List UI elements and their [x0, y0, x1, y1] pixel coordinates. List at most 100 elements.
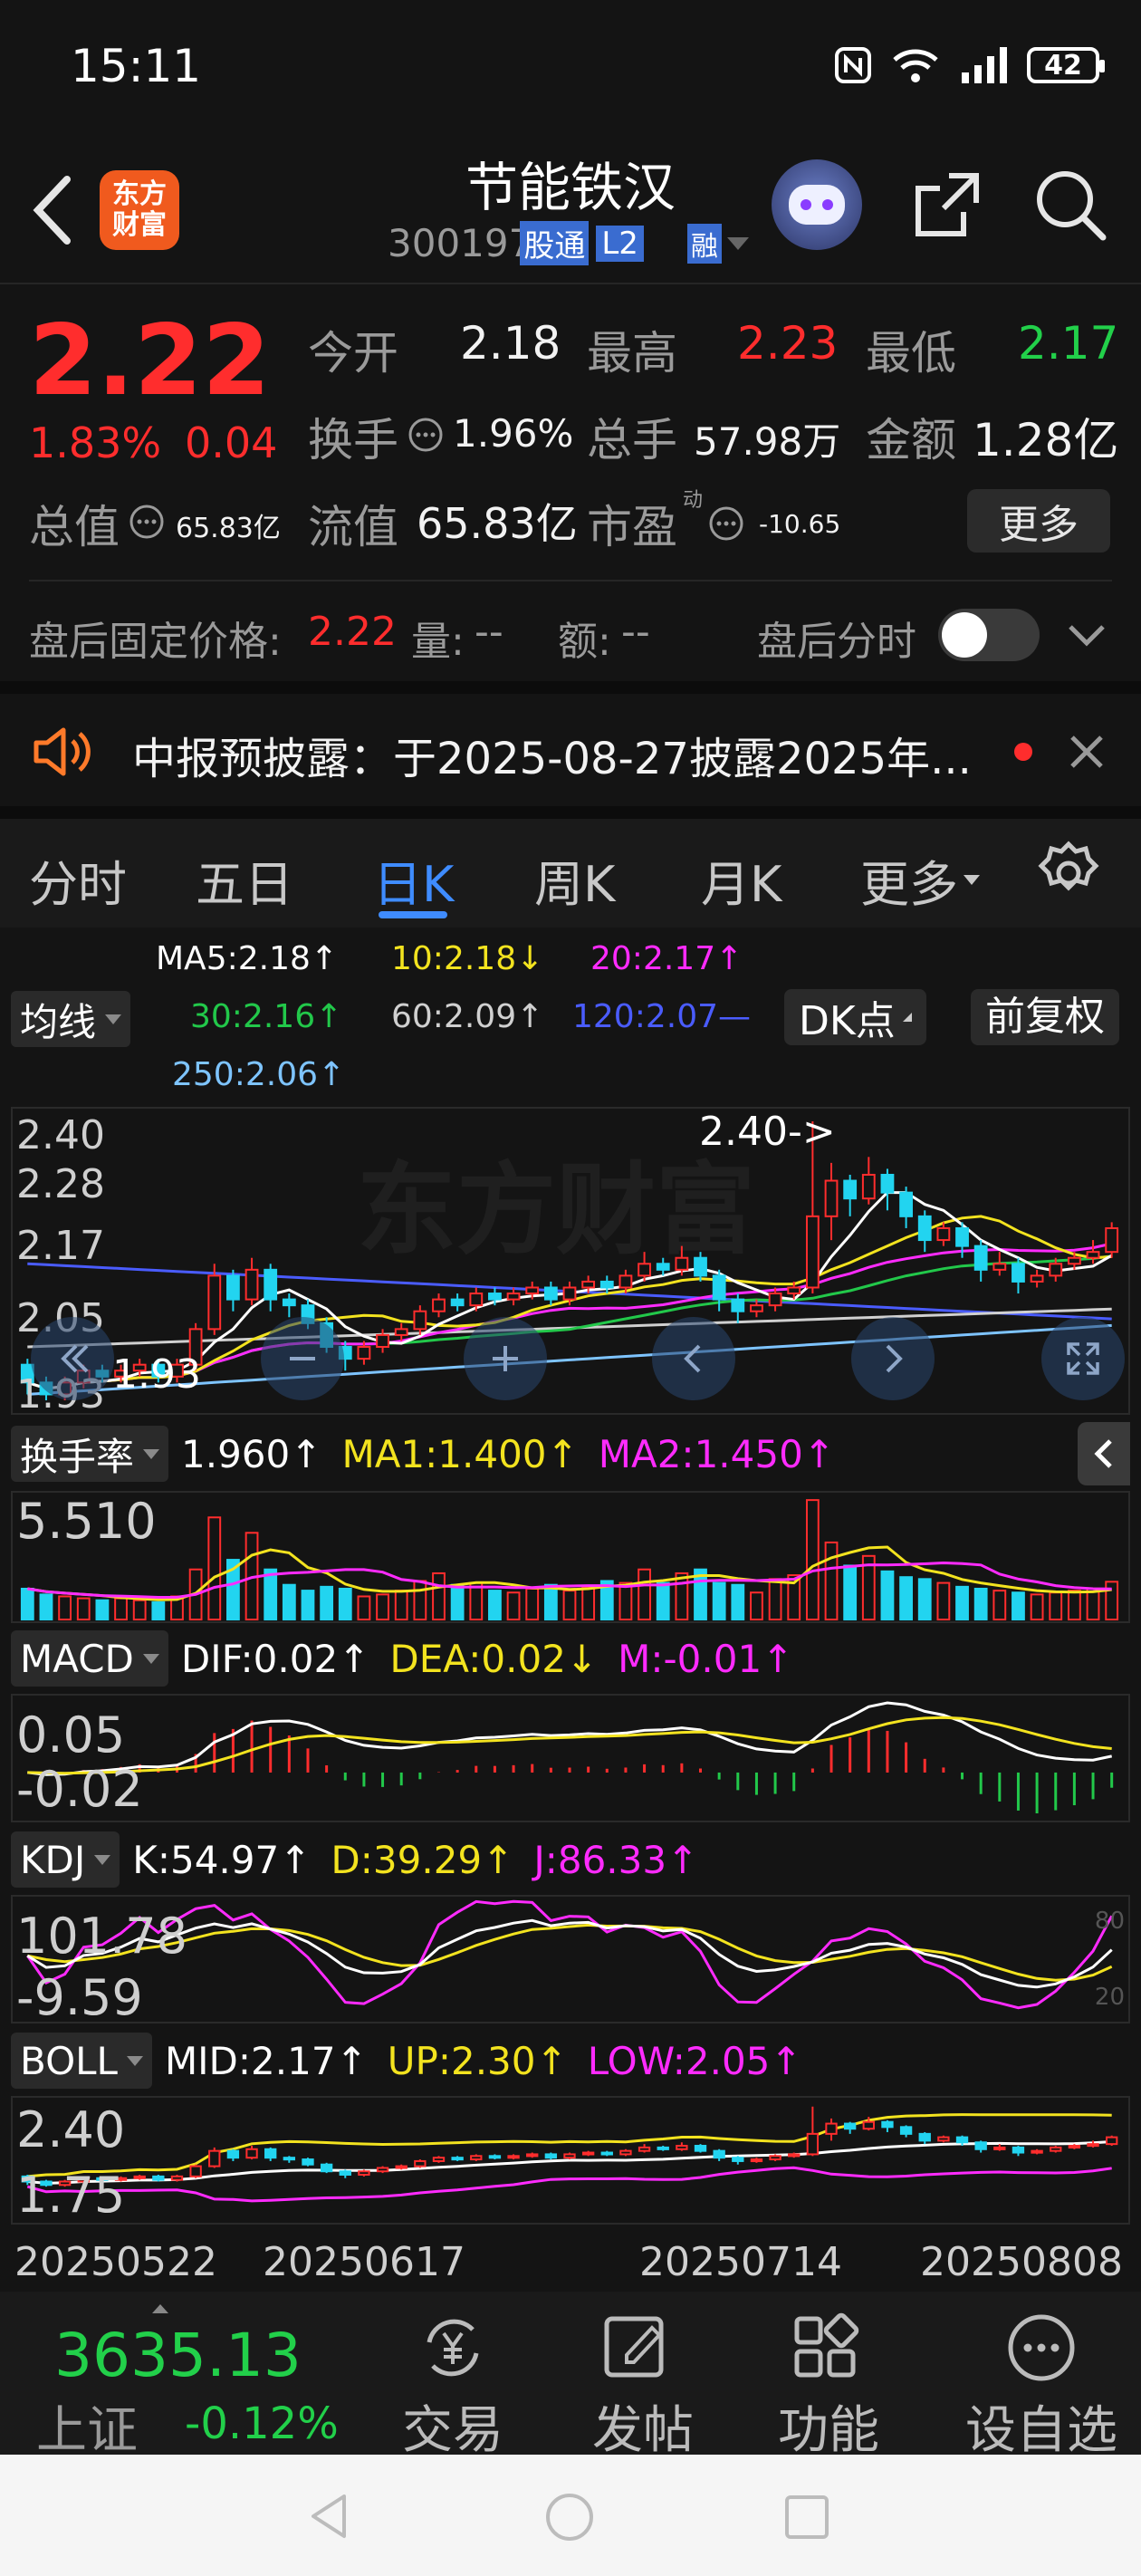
- notice-bar[interactable]: 中报预披露：于2025-08-27披露2025年...: [0, 694, 1141, 806]
- fullscreen-button[interactable]: [1041, 1317, 1125, 1400]
- margin-badge: 融: [686, 223, 722, 264]
- candle-body: [694, 1256, 707, 1277]
- candle-body: [376, 1333, 389, 1349]
- adjust-button[interactable]: 前复权: [971, 989, 1119, 1045]
- nav-back-icon[interactable]: [304, 2491, 355, 2542]
- pe-value: -10.65: [759, 509, 841, 539]
- info-icon[interactable]: [708, 505, 744, 542]
- back-icon[interactable]: [29, 174, 74, 246]
- ma60-value: 60:2.09↑: [391, 998, 544, 1035]
- candle-body: [618, 1274, 633, 1289]
- candle-body: [955, 1226, 969, 1247]
- candle-body: [675, 1256, 689, 1271]
- turnover-bar: [581, 1585, 596, 1620]
- ma5-value: MA5:2.18↑: [156, 940, 339, 977]
- open-label: 今开: [308, 327, 398, 380]
- scroll-right-button[interactable]: [851, 1317, 935, 1400]
- post-button[interactable]: 发帖: [543, 2292, 724, 2460]
- tab-more[interactable]: 更多: [860, 844, 980, 916]
- index-widget[interactable]: 3635.13 上证 -0.12%: [0, 2292, 362, 2460]
- boll-candle-body: [170, 2175, 184, 2181]
- turnover-selector[interactable]: 换手率: [11, 1426, 169, 1482]
- turnover-chart[interactable]: 5.510: [11, 1491, 1130, 1623]
- zoom-in-button[interactable]: [464, 1317, 547, 1400]
- candle-body: [1049, 1263, 1063, 1277]
- macd-svg: [27, 1701, 1114, 1813]
- low-value: 2.17: [1018, 317, 1119, 370]
- boll-candle-body: [395, 2165, 408, 2169]
- nav-home-icon[interactable]: [543, 2491, 596, 2543]
- candle-body: [450, 1298, 465, 1307]
- info-icon[interactable]: [408, 417, 444, 453]
- candle-body: [899, 1191, 913, 1217]
- turnover-bar: [264, 1568, 278, 1620]
- ma-selector[interactable]: 均线: [11, 991, 131, 1047]
- candle-body: [936, 1226, 951, 1242]
- chart-prev-button[interactable]: [31, 1317, 114, 1400]
- ma-selector-label: 均线: [20, 999, 97, 1044]
- turnover-value: 1.96%: [453, 411, 574, 456]
- dif-line: [27, 1701, 1113, 1776]
- share-icon[interactable]: [909, 167, 985, 243]
- turnover-bar: [450, 1583, 465, 1620]
- nav-recents-icon[interactable]: [782, 2493, 831, 2542]
- boll-candle-body: [507, 2155, 520, 2159]
- zoom-out-button[interactable]: [261, 1317, 344, 1400]
- macd-selector[interactable]: MACD: [11, 1630, 168, 1687]
- macd-chart[interactable]: 0.05 -0.02: [11, 1694, 1130, 1822]
- signal-icon: [962, 47, 1007, 83]
- search-icon[interactable]: [1031, 165, 1110, 245]
- dea-line: [27, 1716, 1112, 1775]
- hk-connect-badge: 股通: [520, 221, 590, 265]
- boll-candle-body: [358, 2170, 370, 2176]
- after-hours-toggle[interactable]: [938, 609, 1040, 661]
- boll-candle-body: [825, 2122, 838, 2135]
- tab-intraday[interactable]: 分时: [29, 844, 127, 916]
- period-tabs: 分时 五日 日K 周K 月K 更多: [0, 819, 1141, 928]
- boll-candle-body: [189, 2165, 202, 2177]
- index-pct: -0.12%: [185, 2398, 339, 2449]
- watermark: 东方财富: [357, 1152, 755, 1268]
- candle-body: [543, 1286, 558, 1301]
- notice-text[interactable]: 中报预披露：于2025-08-27披露2025年...: [132, 723, 972, 786]
- kdj-selector[interactable]: KDJ: [11, 1831, 120, 1888]
- turnover-bar: [750, 1591, 763, 1620]
- boll-chart[interactable]: 2.40 1.75: [11, 2096, 1130, 2225]
- tab-monthly-k[interactable]: 月K: [701, 844, 781, 916]
- function-button[interactable]: 功能: [743, 2292, 924, 2460]
- info-icon[interactable]: [129, 504, 165, 540]
- trade-button[interactable]: 交易: [362, 2292, 543, 2460]
- turnover-bar: [656, 1581, 670, 1620]
- dk-point-button[interactable]: DK点: [784, 989, 926, 1045]
- tab-5day[interactable]: 五日: [196, 844, 293, 916]
- turnover-bar: [880, 1570, 895, 1620]
- chevron-down-icon[interactable]: [726, 236, 749, 250]
- boll-selector[interactable]: BOLL: [11, 2033, 152, 2089]
- date-label: 20250714: [639, 2239, 842, 2285]
- robot-avatar-icon[interactable]: [772, 159, 862, 250]
- gear-icon[interactable]: [1034, 839, 1103, 908]
- kline-chart[interactable]: 东方财富 2.40 2.28 2.17 2.05 1.93 2.40-> 1.9…: [11, 1107, 1130, 1418]
- add-watchlist-button[interactable]: 设自选: [942, 2292, 1141, 2460]
- more-button[interactable]: 更多: [967, 489, 1110, 553]
- candle-body: [1086, 1251, 1100, 1259]
- boll-candle-body: [302, 2158, 314, 2166]
- kdj-j: J:86.33↑: [533, 1837, 699, 1882]
- tab-weekly-k[interactable]: 周K: [534, 844, 615, 916]
- kdj-chart[interactable]: 101.78 -9.59 80 20: [11, 1895, 1130, 2026]
- boll-candle-body: [769, 2155, 781, 2161]
- chevron-down-icon[interactable]: [1065, 618, 1108, 654]
- collapse-panel-button[interactable]: [1078, 1422, 1130, 1485]
- ma-legend: MA5:2.18↑ 10:2.18↓ 20:2.17↑ 均线 30:2.16↑ …: [0, 933, 1141, 1105]
- close-icon[interactable]: [1067, 732, 1107, 772]
- scroll-left-button[interactable]: [652, 1317, 735, 1400]
- after-hours-amt-label: 额:: [558, 619, 611, 665]
- header: 东方 财富 节能铁汉 300197 股通 L2 融: [0, 145, 1141, 281]
- turnover-bar: [357, 1595, 371, 1620]
- tab-daily-k[interactable]: 日K: [373, 844, 454, 916]
- boll-candle-body: [657, 2146, 669, 2150]
- turnover-bar: [95, 1599, 110, 1620]
- candle-body: [787, 1286, 801, 1295]
- nfc-icon: [835, 47, 871, 83]
- candle-body: [656, 1263, 670, 1271]
